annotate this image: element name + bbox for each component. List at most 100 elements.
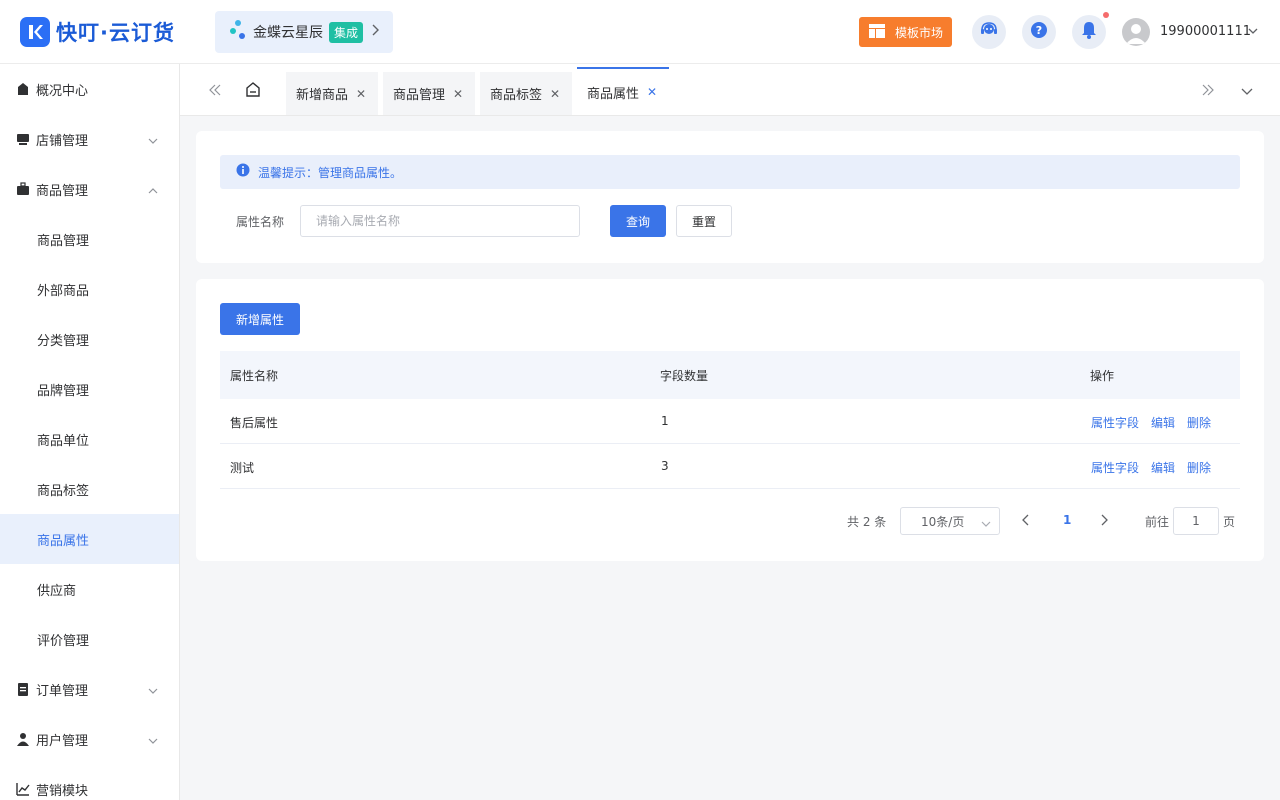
clipboard-icon bbox=[16, 682, 30, 696]
svg-text:?: ? bbox=[1036, 24, 1042, 37]
sidebar-item-goods-manage[interactable]: 商品管理 bbox=[0, 214, 179, 264]
sidebar-item-users[interactable]: 用户管理 bbox=[0, 714, 179, 764]
sidebar-item-store[interactable]: 店铺管理 bbox=[0, 114, 179, 164]
username[interactable]: 19900001111 bbox=[1160, 24, 1251, 39]
page-unit-label: 页 bbox=[1223, 515, 1236, 529]
column-header-name: 属性名称 bbox=[230, 369, 279, 383]
sidebar-item-label: 用户管理 bbox=[36, 733, 89, 749]
tab-label: 商品标签 bbox=[490, 88, 543, 103]
notice-bar: 温馨提示：管理商品属性。 bbox=[220, 155, 1240, 189]
sidebar-item-label: 概况中心 bbox=[36, 83, 89, 99]
prev-page-button[interactable] bbox=[1022, 514, 1030, 530]
cell-attribute-name: 售后属性 bbox=[230, 416, 279, 430]
sidebar-item-supplier[interactable]: 供应商 bbox=[0, 564, 179, 614]
tab-label: 新增商品 bbox=[296, 88, 349, 103]
tab-label: 商品属性 bbox=[587, 86, 640, 102]
tab-add-goods[interactable]: 新增商品 ✕ bbox=[286, 72, 378, 115]
sidebar-item-external-goods[interactable]: 外部商品 bbox=[0, 264, 179, 314]
sidebar-item-label: 商品属性 bbox=[37, 533, 90, 549]
user-icon bbox=[16, 732, 30, 746]
pagination-total: 共 2 条 bbox=[847, 515, 887, 529]
sidebar-item-overview[interactable]: 概况中心 bbox=[0, 64, 179, 114]
tab-goods-tags[interactable]: 商品标签 ✕ bbox=[480, 72, 572, 115]
goto-page-input[interactable]: 1 bbox=[1173, 507, 1219, 535]
chevron-down-icon bbox=[981, 517, 991, 531]
top-header: 快叮·云订货 金蝶云星辰 集成 模板市场 ? 19900001111 bbox=[0, 0, 1280, 64]
sidebar-item-orders[interactable]: 订单管理 bbox=[0, 664, 179, 714]
customer-service-button[interactable] bbox=[972, 15, 1006, 49]
close-icon[interactable]: ✕ bbox=[356, 87, 366, 101]
attribute-name-label: 属性名称 bbox=[236, 215, 285, 229]
double-chevron-left-icon[interactable] bbox=[209, 84, 221, 100]
double-chevron-right-icon[interactable] bbox=[1202, 84, 1214, 100]
page-size-value: 10条/页 bbox=[921, 514, 965, 529]
goto-label: 前往 bbox=[1145, 515, 1170, 529]
sidebar-item-label: 营销模块 bbox=[36, 783, 89, 799]
sidebar-item-reviews[interactable]: 评价管理 bbox=[0, 614, 179, 664]
page-size-select[interactable]: 10条/页 bbox=[900, 507, 1000, 535]
customer-service-icon bbox=[980, 21, 998, 43]
app-logo[interactable]: 快叮·云订货 bbox=[20, 17, 175, 47]
tabs-bar: 新增商品 ✕ 商品管理 ✕ 商品标签 ✕ 商品属性 ✕ bbox=[180, 64, 1280, 116]
close-icon[interactable]: ✕ bbox=[453, 87, 463, 101]
avatar[interactable] bbox=[1122, 18, 1150, 46]
sidebar-item-label: 商品管理 bbox=[36, 183, 89, 199]
notification-dot bbox=[1103, 12, 1109, 18]
help-icon: ? bbox=[1030, 21, 1048, 43]
template-icon bbox=[869, 23, 885, 41]
page-number-current[interactable]: 1 bbox=[1063, 513, 1071, 527]
sidebar-item-label: 评价管理 bbox=[37, 633, 90, 649]
edit-link[interactable]: 编辑 bbox=[1151, 414, 1175, 431]
chart-icon bbox=[16, 782, 30, 796]
sidebar-item-goods[interactable]: 商品管理 bbox=[0, 164, 179, 214]
attribute-fields-link[interactable]: 属性字段 bbox=[1091, 459, 1139, 476]
edit-link[interactable]: 编辑 bbox=[1151, 459, 1175, 476]
dashboard-icon bbox=[16, 82, 30, 96]
column-header-count: 字段数量 bbox=[660, 369, 709, 383]
sidebar-item-category[interactable]: 分类管理 bbox=[0, 314, 179, 364]
template-market-button[interactable]: 模板市场 bbox=[859, 17, 952, 47]
attribute-name-input[interactable] bbox=[300, 205, 580, 237]
sidebar-item-label: 商品标签 bbox=[37, 483, 90, 499]
sidebar-item-tags[interactable]: 商品标签 bbox=[0, 464, 179, 514]
query-button[interactable]: 查询 bbox=[610, 205, 666, 237]
delete-link[interactable]: 删除 bbox=[1187, 414, 1211, 431]
delete-link[interactable]: 删除 bbox=[1187, 459, 1211, 476]
sidebar: 概况中心 店铺管理 商品管理 商品管理 外部商品 分类管理 品牌管理 商品单位 … bbox=[0, 64, 180, 800]
cell-field-count: 1 bbox=[661, 414, 669, 428]
close-icon[interactable]: ✕ bbox=[550, 87, 560, 101]
cell-field-count: 3 bbox=[661, 459, 669, 473]
template-market-label: 模板市场 bbox=[895, 25, 944, 40]
briefcase-icon bbox=[16, 182, 30, 196]
sidebar-item-marketing[interactable]: 营销模块 bbox=[0, 764, 179, 800]
chevron-down-icon bbox=[148, 134, 158, 149]
sidebar-item-attributes[interactable]: 商品属性 bbox=[0, 514, 179, 564]
reset-button[interactable]: 重置 bbox=[676, 205, 732, 237]
logo-mark-icon bbox=[20, 17, 50, 47]
kingdee-integration-button[interactable]: 金蝶云星辰 集成 bbox=[215, 11, 393, 53]
sidebar-item-brand[interactable]: 品牌管理 bbox=[0, 364, 179, 414]
sidebar-item-label: 品牌管理 bbox=[37, 383, 90, 399]
next-page-button[interactable] bbox=[1100, 514, 1108, 530]
tab-goods-attributes[interactable]: 商品属性 ✕ bbox=[577, 67, 669, 115]
notification-button[interactable] bbox=[1072, 15, 1106, 49]
help-button[interactable]: ? bbox=[1022, 15, 1056, 49]
tab-label: 商品管理 bbox=[393, 88, 446, 103]
column-header-actions: 操作 bbox=[1090, 369, 1115, 383]
chevron-down-icon[interactable] bbox=[1248, 24, 1258, 39]
attribute-fields-link[interactable]: 属性字段 bbox=[1091, 414, 1139, 431]
sidebar-item-label: 商品单位 bbox=[37, 433, 90, 449]
home-icon[interactable] bbox=[245, 81, 261, 102]
add-attribute-button[interactable]: 新增属性 bbox=[220, 303, 300, 335]
chevron-down-icon bbox=[148, 684, 158, 699]
close-icon[interactable]: ✕ bbox=[647, 85, 657, 99]
sidebar-item-label: 外部商品 bbox=[37, 283, 90, 299]
tab-goods-manage[interactable]: 商品管理 ✕ bbox=[383, 72, 475, 115]
store-icon bbox=[16, 132, 30, 146]
bell-icon bbox=[1081, 21, 1097, 43]
logo-text: 快叮·云订货 bbox=[56, 21, 175, 45]
sidebar-item-unit[interactable]: 商品单位 bbox=[0, 414, 179, 464]
sidebar-item-label: 分类管理 bbox=[37, 333, 90, 349]
cell-attribute-name: 测试 bbox=[230, 461, 255, 475]
chevron-down-icon[interactable] bbox=[1241, 85, 1253, 100]
